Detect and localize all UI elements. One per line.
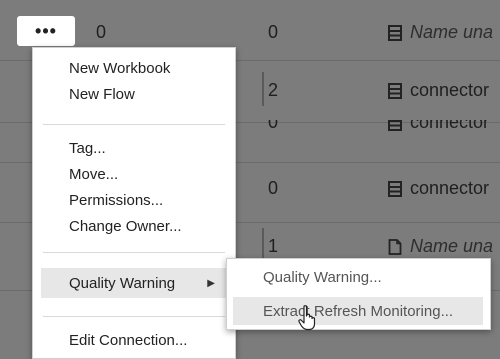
menu-separator bbox=[43, 252, 225, 253]
hand-cursor-icon bbox=[298, 305, 316, 331]
table-row-name[interactable]: connector bbox=[388, 80, 489, 101]
row-count: 1 bbox=[268, 236, 279, 256]
menu-item-permissions[interactable]: Permissions... bbox=[69, 192, 163, 209]
row-count: 0 bbox=[96, 22, 107, 42]
submenu-item-label: Extract Refresh Monitoring... bbox=[263, 302, 454, 320]
quality-warning-submenu: Quality Warning... Extract Refresh Monit… bbox=[226, 258, 491, 330]
table-row-name[interactable]: connector bbox=[388, 120, 489, 133]
row-count: 0 bbox=[268, 22, 279, 42]
table-row-name[interactable]: connector bbox=[388, 178, 489, 199]
column-divider bbox=[262, 72, 264, 106]
menu-item-change-owner[interactable]: Change Owner... bbox=[69, 218, 182, 235]
document-icon bbox=[388, 238, 402, 255]
menu-item-edit-connection[interactable]: Edit Connection... bbox=[69, 332, 187, 349]
datasource-icon bbox=[388, 24, 402, 41]
more-actions-button[interactable]: ••• bbox=[17, 16, 75, 46]
menu-separator bbox=[43, 124, 225, 125]
row-count: 0 bbox=[268, 112, 279, 132]
menu-item-tag[interactable]: Tag... bbox=[69, 140, 106, 157]
datasource-icon bbox=[388, 180, 402, 197]
menu-item-quality-warning[interactable]: Quality Warning ▶ bbox=[41, 268, 227, 298]
table-row-name[interactable]: Name una bbox=[388, 22, 493, 43]
submenu-item-quality-warning[interactable]: Quality Warning... bbox=[263, 269, 382, 286]
datasource-icon bbox=[388, 82, 402, 99]
menu-item-new-workbook[interactable]: New Workbook bbox=[69, 60, 170, 77]
menu-item-move[interactable]: Move... bbox=[69, 166, 118, 183]
row-count: 0 bbox=[268, 178, 279, 198]
column-divider bbox=[262, 228, 264, 262]
table-row-name[interactable]: Name una bbox=[388, 236, 493, 257]
menu-item-label: Quality Warning bbox=[69, 274, 176, 292]
datasource-icon bbox=[388, 120, 402, 131]
menu-item-new-flow[interactable]: New Flow bbox=[69, 86, 135, 103]
row-count: 2 bbox=[268, 80, 279, 100]
submenu-item-extract-refresh-monitoring[interactable]: Extract Refresh Monitoring... bbox=[233, 297, 483, 325]
actions-menu: New Workbook New Flow Tag... Move... Per… bbox=[32, 47, 236, 359]
chevron-right-icon: ▶ bbox=[207, 277, 215, 289]
menu-separator bbox=[43, 316, 225, 317]
